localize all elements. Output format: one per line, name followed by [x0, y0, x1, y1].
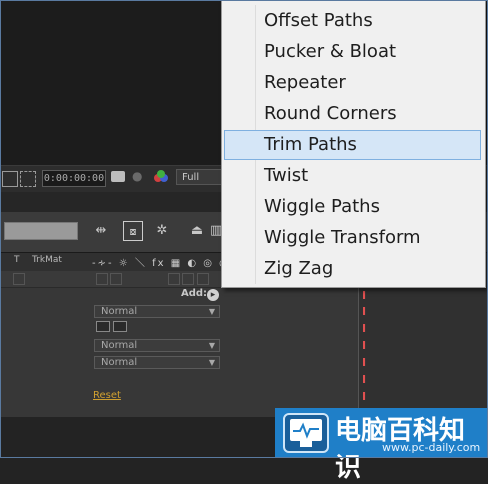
menu-item-pucker-bloat[interactable]: Pucker & Bloat: [224, 37, 481, 67]
draft-3d-icon[interactable]: ✲: [151, 221, 173, 241]
menu-item-twist[interactable]: Twist: [224, 161, 481, 191]
menu-item-repeater[interactable]: Repeater: [224, 68, 481, 98]
shy-layers-icon[interactable]: ⏏: [186, 221, 208, 241]
column-trkmat: TrkMat: [32, 255, 62, 265]
keyframe-marker[interactable]: I: [362, 374, 370, 385]
region-icon[interactable]: [20, 171, 36, 187]
flowchart-icon[interactable]: ⇹: [90, 221, 112, 241]
monitor-stand-icon: [300, 441, 312, 447]
menu-item-zig-zag[interactable]: Zig Zag: [224, 254, 481, 284]
link-right-icon[interactable]: [113, 321, 127, 332]
keyframe-marker[interactable]: I: [362, 306, 370, 317]
channel-icon[interactable]: ●: [132, 170, 142, 183]
blend-mode-value: Normal: [101, 340, 138, 351]
layer-checkbox[interactable]: [13, 273, 25, 285]
chevron-down-icon: ▼: [208, 358, 215, 367]
switch-checkbox[interactable]: [96, 273, 108, 285]
blend-mode-value: Normal: [101, 306, 138, 317]
grid-icon[interactable]: [2, 171, 18, 187]
color-icon[interactable]: [154, 170, 169, 185]
camera-icon[interactable]: [111, 171, 125, 182]
timecode-display[interactable]: 0:00:00:00: [42, 170, 106, 187]
switch-icons: -∻- ☼ ＼ fx ▦ ◐ ◎ ◍: [92, 258, 230, 269]
switch-checkbox[interactable]: [110, 273, 122, 285]
keyframe-marker[interactable]: I: [362, 340, 370, 351]
watermark-url: www.pc-daily.com: [382, 441, 481, 454]
switch-checkbox[interactable]: [197, 273, 209, 285]
timeline-track-area[interactable]: [358, 271, 488, 417]
frame-blend-icon[interactable]: ▥: [210, 221, 222, 241]
switch-checkbox[interactable]: [182, 273, 194, 285]
menu-item-wiggle-paths[interactable]: Wiggle Paths: [224, 192, 481, 222]
chevron-down-icon: ▼: [208, 341, 215, 350]
blend-mode-value: Normal: [101, 357, 138, 368]
add-label: Add:: [181, 288, 208, 299]
comp-mini-icon[interactable]: ⧇: [123, 221, 143, 241]
chevron-down-icon: ▼: [208, 307, 215, 316]
blend-mode-select[interactable]: Normal ▼: [94, 305, 220, 318]
menu-item-offset-paths[interactable]: Offset Paths: [224, 6, 481, 36]
keyframe-marker[interactable]: I: [362, 391, 370, 402]
reset-link[interactable]: Reset: [93, 390, 121, 401]
resolution-select[interactable]: Full: [176, 169, 226, 185]
switch-checkbox[interactable]: [168, 273, 180, 285]
blend-mode-select[interactable]: Normal ▼: [94, 356, 220, 369]
monitor-screen-icon: [290, 419, 322, 441]
link-left-icon[interactable]: [96, 321, 110, 332]
layer-search-input[interactable]: [4, 222, 78, 240]
keyframe-marker[interactable]: I: [362, 323, 370, 334]
keyframe-marker[interactable]: I: [362, 357, 370, 368]
keyframe-marker[interactable]: I: [362, 290, 370, 301]
column-t: T: [14, 255, 20, 265]
menu-item-wiggle-transform[interactable]: Wiggle Transform: [224, 223, 481, 253]
menu-item-round-corners[interactable]: Round Corners: [224, 99, 481, 129]
menu-item-trim-paths[interactable]: Trim Paths: [224, 130, 481, 160]
add-button[interactable]: ▸: [207, 289, 219, 301]
blend-mode-select[interactable]: Normal ▼: [94, 339, 220, 352]
